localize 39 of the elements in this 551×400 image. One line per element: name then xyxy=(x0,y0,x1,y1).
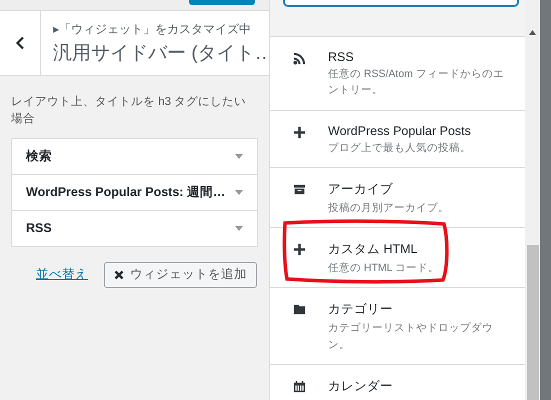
breadcrumb: ▸「ウィジェット」をカスタマイズ中 xyxy=(53,21,252,38)
reorder-link[interactable]: 並べ替え xyxy=(36,266,88,283)
search-field[interactable] xyxy=(283,0,519,7)
widget-option[interactable]: カテゴリー カテゴリーリストやドロップダウン。 xyxy=(270,288,525,364)
plus-icon xyxy=(292,243,306,256)
widget-title: WordPress Popular Posts xyxy=(328,124,472,138)
plus-icon xyxy=(292,126,306,139)
archive-box-icon xyxy=(292,182,306,196)
caret-icon xyxy=(235,154,243,158)
scroll-up-icon[interactable] xyxy=(529,30,536,35)
panel-title: 汎用サイドバー (タイト… xyxy=(53,42,269,66)
calendar-icon xyxy=(292,380,306,393)
publish-button[interactable] xyxy=(189,0,255,5)
widget-description: 任意の HTML コード。 xyxy=(328,261,440,276)
add-widget-button[interactable]: ウィジェットを追加 xyxy=(104,262,257,288)
widget-title: カスタム HTML xyxy=(328,241,418,258)
widget-option[interactable]: アーカイブ 投稿の月別アーカイブ。 xyxy=(270,168,525,228)
widget-title: アーカイブ xyxy=(328,180,394,198)
widget-option[interactable]: RSS 任意の RSS/Atom フィードからのエントリー。 xyxy=(270,37,525,110)
rss-feed-icon xyxy=(292,52,306,65)
widget-description: 投稿の月別アーカイブ。 xyxy=(328,200,450,216)
widget-row[interactable]: RSS xyxy=(11,210,258,246)
widget-description: ブログ上で最も人気の投稿。 xyxy=(328,140,472,156)
widget-row[interactable]: 検索 xyxy=(11,138,258,174)
widget-title: カレンダー xyxy=(328,378,394,395)
widget-option[interactable]: WordPress Popular Posts ブログ上で最も人気の投稿。 xyxy=(270,110,525,167)
sidebar-description: レイアウト上、タイトルを h3 タグにしたい場合 xyxy=(10,94,248,128)
chevron-left-icon xyxy=(15,36,26,50)
folder-icon xyxy=(292,303,306,316)
widget-row[interactable]: WordPress Popular Posts: 週間… xyxy=(11,174,258,210)
widget-description: カテゴリーリストやドロップダウン。 xyxy=(328,321,494,353)
widget-description: 任意の RSS/Atom フィードからのエントリー。 xyxy=(328,67,505,98)
caret-icon xyxy=(235,226,243,230)
widget-title: RSS xyxy=(328,50,355,64)
widget-option[interactable]: カスタム HTML 任意の HTML コード。 xyxy=(270,228,525,288)
widget-title: カテゴリー xyxy=(328,301,394,318)
widget-option[interactable]: カレンダー xyxy=(270,364,525,400)
caret-icon xyxy=(235,190,243,194)
close-icon xyxy=(114,270,124,280)
